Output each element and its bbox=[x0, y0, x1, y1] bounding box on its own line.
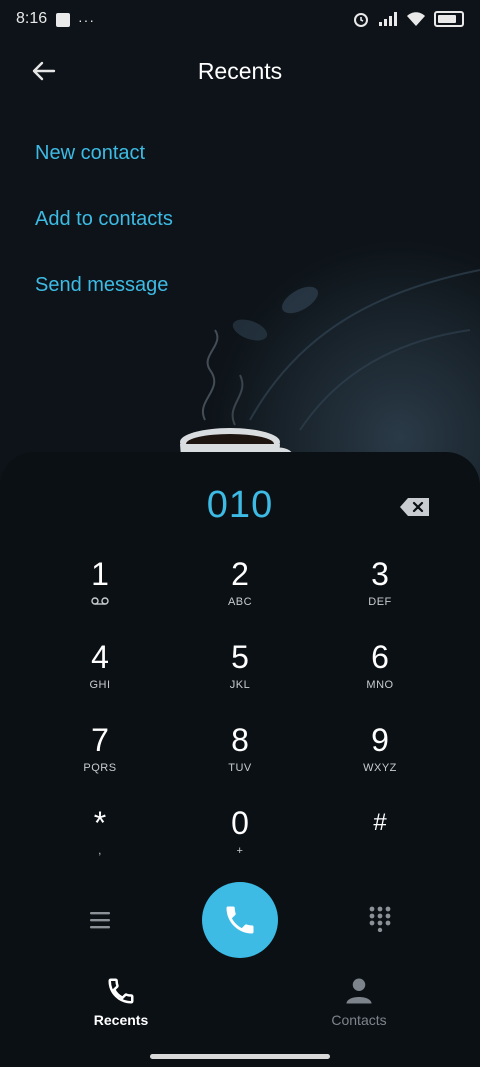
key-digit: 4 bbox=[91, 639, 109, 675]
key-letters: MNO bbox=[366, 679, 394, 691]
wifi-icon bbox=[407, 12, 425, 26]
bottom-tab-bar: Recents Contacts bbox=[0, 976, 480, 1036]
key-8[interactable]: 8 TUV bbox=[170, 722, 310, 805]
key-digit: 6 bbox=[371, 639, 389, 675]
keypad-row: 1 2 ABC 3 DEF bbox=[30, 556, 450, 639]
keypad-row: * , 0 + # bbox=[30, 805, 450, 888]
key-digit: 3 bbox=[371, 556, 389, 592]
phone-screen: 8:16 ··· Recents New contact Add to cont… bbox=[0, 0, 480, 1067]
key-digit: 8 bbox=[231, 722, 249, 758]
key-digit: 2 bbox=[231, 556, 249, 592]
key-hash[interactable]: # bbox=[310, 805, 450, 888]
home-indicator[interactable] bbox=[150, 1054, 330, 1059]
send-message-link[interactable]: Send message bbox=[35, 270, 173, 336]
key-digit: * bbox=[93, 805, 107, 841]
key-digit: 5 bbox=[231, 639, 249, 675]
key-7[interactable]: 7 PQRS bbox=[30, 722, 170, 805]
phone-icon bbox=[226, 906, 254, 934]
key-1[interactable]: 1 bbox=[30, 556, 170, 639]
key-letters: WXYZ bbox=[363, 762, 397, 774]
key-2[interactable]: 2 ABC bbox=[170, 556, 310, 639]
alarm-icon bbox=[354, 13, 368, 27]
header: Recents bbox=[0, 44, 480, 100]
page-title: Recents bbox=[197, 58, 283, 84]
key-0[interactable]: 0 + bbox=[170, 805, 310, 888]
signal-icon bbox=[379, 12, 397, 26]
phone-icon bbox=[108, 978, 134, 1004]
add-to-contacts-link[interactable]: Add to contacts bbox=[35, 204, 173, 270]
key-digit: 7 bbox=[91, 722, 109, 758]
key-letters bbox=[310, 845, 450, 859]
status-right-icons bbox=[352, 10, 464, 28]
tab-contacts[interactable]: Contacts bbox=[289, 976, 429, 1028]
key-digit: 1 bbox=[91, 556, 109, 592]
new-contact-link[interactable]: New contact bbox=[35, 138, 173, 204]
keypad: 1 2 ABC 3 DEF 4 GHI 5 JKL 6 MNO 7 PQRS 8… bbox=[30, 556, 450, 888]
key-6[interactable]: 6 MNO bbox=[310, 639, 450, 722]
key-letters: , bbox=[98, 845, 102, 857]
notification-square-icon bbox=[56, 13, 70, 27]
key-letters: TUV bbox=[228, 762, 252, 774]
keypad-row: 7 PQRS 8 TUV 9 WXYZ bbox=[30, 722, 450, 805]
key-letters: GHI bbox=[89, 679, 111, 691]
key-digit: 9 bbox=[371, 722, 389, 758]
dialer-controls bbox=[0, 882, 480, 962]
call-button[interactable] bbox=[202, 882, 278, 958]
key-letters: ABC bbox=[227, 596, 253, 608]
key-5[interactable]: 5 JKL bbox=[170, 639, 310, 722]
key-letters: + bbox=[236, 845, 244, 857]
tab-label: Contacts bbox=[331, 1012, 387, 1028]
tab-recents[interactable]: Recents bbox=[51, 976, 191, 1028]
battery-icon bbox=[434, 11, 464, 27]
key-letters: PQRS bbox=[83, 762, 117, 774]
status-left-icons: ··· bbox=[56, 12, 95, 28]
key-digit: 0 bbox=[231, 805, 249, 841]
voicemail-icon bbox=[30, 596, 170, 610]
keypad-row: 4 GHI 5 JKL 6 MNO bbox=[30, 639, 450, 722]
key-9[interactable]: 9 WXYZ bbox=[310, 722, 450, 805]
key-star[interactable]: * , bbox=[30, 805, 170, 888]
status-time: 8:16 bbox=[16, 10, 48, 27]
dialer-sheet: 010 1 2 ABC 3 DEF 4 GHI 5 JKL 6 MNO 7 PQ… bbox=[0, 452, 480, 1067]
key-letters: DEF bbox=[368, 596, 392, 608]
key-3[interactable]: 3 DEF bbox=[310, 556, 450, 639]
key-digit: # bbox=[373, 809, 387, 836]
more-dots-icon: ··· bbox=[78, 12, 95, 28]
number-actions: New contact Add to contacts Send message bbox=[35, 138, 173, 336]
tab-label: Recents bbox=[93, 1012, 149, 1028]
person-icon bbox=[346, 978, 372, 1004]
menu-icon[interactable] bbox=[88, 908, 112, 932]
key-4[interactable]: 4 GHI bbox=[30, 639, 170, 722]
key-letters: JKL bbox=[229, 679, 251, 691]
keypad-grid-icon[interactable] bbox=[368, 906, 392, 932]
status-bar: 8:16 ··· bbox=[0, 0, 480, 40]
backspace-icon[interactable] bbox=[398, 496, 432, 518]
